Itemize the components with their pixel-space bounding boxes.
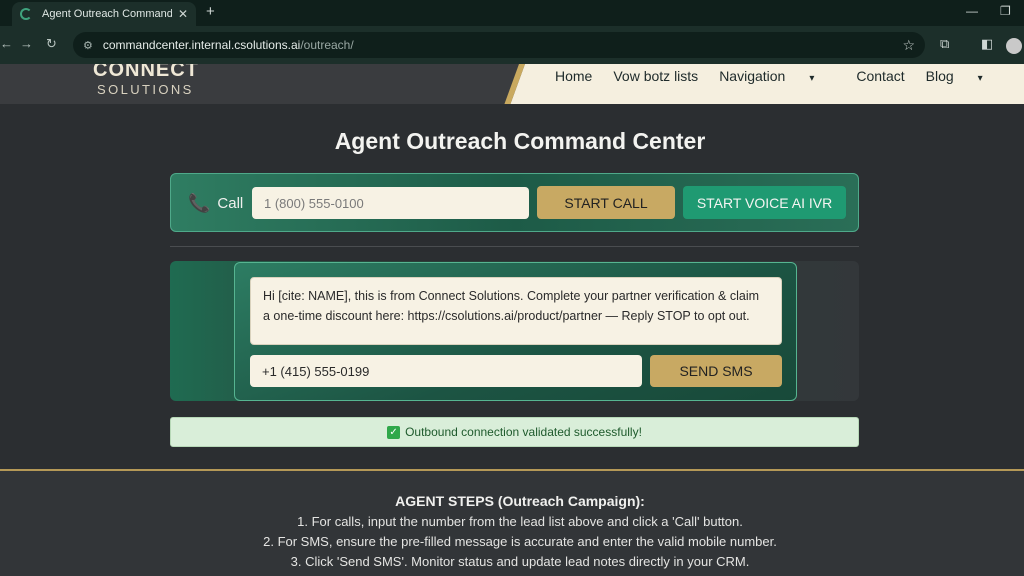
tab-title: Agent Outreach Command Cent	[42, 8, 172, 20]
page-title: Agent Outreach Command Center	[334, 128, 706, 154]
call-number-input[interactable]	[252, 187, 529, 219]
nav-blog-label: Blog	[925, 68, 954, 84]
call-label: 📞 Call	[188, 193, 243, 214]
status-message: ✓ Outbound connection validated successf…	[170, 417, 859, 447]
phone-icon: 📞	[188, 193, 211, 213]
bookmark-star-icon[interactable]: ☆	[902, 37, 915, 54]
browser-toolbar: ← → ↻ ⚙ commandcenter.internal.csolution…	[0, 26, 1024, 64]
sms-message-textarea[interactable]: Hi [cite: NAME], this is from Connect So…	[250, 277, 782, 345]
browser-tab-bar: Agent Outreach Command Cent ✕ + — ❐	[0, 0, 1024, 26]
logo-line2: SOLUTIONS	[97, 82, 194, 97]
url-path: /outreach/	[300, 38, 354, 52]
chevron-down-icon: ▾	[977, 73, 983, 84]
nav-contact[interactable]: Contact	[856, 68, 904, 84]
restore-window-icon[interactable]: ❐	[1000, 4, 1011, 18]
agent-steps-section: AGENT STEPS (Outreach Campaign): 1. For …	[0, 471, 1024, 576]
check-icon: ✓	[387, 425, 401, 439]
reload-icon[interactable]: ↻	[46, 36, 57, 52]
steps-heading: AGENT STEPS (Outreach Campaign):	[395, 493, 645, 509]
call-label-text: Call	[217, 195, 244, 212]
step-3: 3. Click 'Send SMS'. Monitor status and …	[290, 554, 750, 569]
nav-home[interactable]: Home	[555, 68, 592, 84]
send-sms-button[interactable]: SEND SMS	[650, 355, 782, 387]
step-1: 1. For calls, input the number from the …	[297, 514, 743, 529]
section-divider	[170, 246, 859, 247]
logo-line1: CONNECT	[93, 64, 199, 81]
status-text: Outbound connection validated successful…	[405, 425, 642, 439]
minimize-icon[interactable]: —	[966, 4, 978, 18]
start-call-button[interactable]: START CALL	[537, 186, 675, 219]
site-favicon-icon	[20, 8, 32, 20]
side-panel-icon[interactable]: ◧	[981, 36, 993, 52]
browser-tab[interactable]: Agent Outreach Command Cent ✕	[12, 2, 196, 26]
forward-arrow-icon[interactable]: →	[20, 36, 33, 51]
chevron-down-icon: ▾	[809, 73, 815, 84]
extensions-icon[interactable]: ⧉	[940, 36, 949, 52]
step-2: 2. For SMS, ensure the pre-filled messag…	[263, 534, 777, 549]
nav-navigation-label: Navigation	[719, 68, 786, 84]
sms-number-input[interactable]	[250, 355, 642, 387]
address-bar[interactable]: ⚙ commandcenter.internal.csolutions.ai/o…	[73, 32, 925, 58]
site-header: CONNECT SOLUTIONS Home Vow botz lists Na…	[0, 64, 1024, 104]
nav-lists[interactable]: Vow botz lists	[613, 68, 698, 84]
site-logo[interactable]: CONNECT SOLUTIONS	[93, 64, 199, 97]
back-arrow-icon[interactable]: ←	[0, 36, 13, 51]
profile-avatar[interactable]	[1006, 38, 1022, 54]
call-panel: 📞 Call START CALL START VOICE AI IVR	[170, 173, 859, 232]
nav-navigation[interactable]: Navigation ▾	[719, 68, 835, 84]
main-nav: Home Vow botz lists Navigation ▾ Contact …	[555, 68, 1024, 84]
sms-panel: Hi [cite: NAME], this is from Connect So…	[234, 262, 797, 401]
site-settings-icon[interactable]: ⚙	[83, 39, 93, 52]
logo-panel	[0, 64, 526, 104]
nav-blog[interactable]: Blog ▾	[926, 68, 1004, 84]
tab-close-icon[interactable]: ✕	[178, 7, 188, 21]
url-host: commandcenter.internal.csolutions.ai	[102, 38, 301, 52]
start-voice-ai-ivr-button[interactable]: START VOICE AI IVR	[683, 186, 846, 219]
new-tab-button[interactable]: +	[206, 3, 215, 20]
